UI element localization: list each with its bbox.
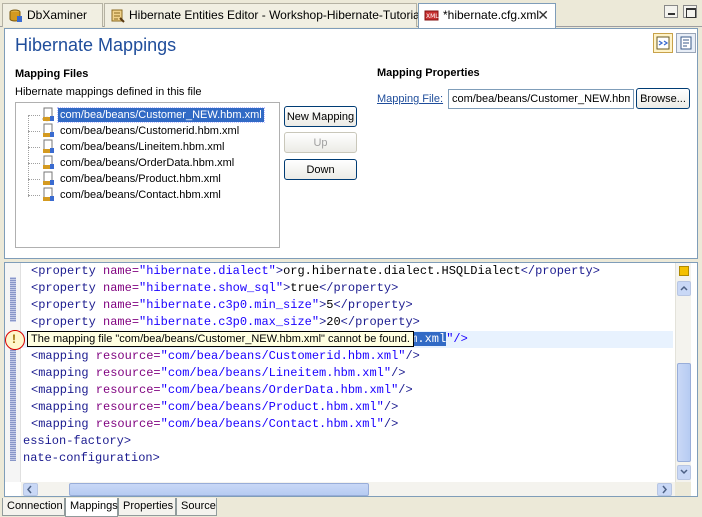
editor-gutter — [5, 263, 21, 482]
scroll-down-button[interactable] — [677, 465, 691, 480]
tab-label: DbXaminer — [27, 8, 88, 22]
layout-icon — [656, 36, 670, 50]
scroll-up-button[interactable] — [677, 281, 691, 296]
list-item[interactable]: com/bea/beans/Product.hbm.xml — [16, 171, 276, 187]
list-item[interactable]: com/bea/beans/OrderData.hbm.xml — [16, 155, 276, 171]
arrow-left-icon — [27, 485, 32, 494]
list-item-label: com/bea/beans/Customerid.hbm.xml — [60, 125, 240, 137]
mapping-file-link[interactable]: Mapping File: — [377, 93, 443, 105]
code-line[interactable]: <mapping resource="com/bea/beans/OrderDa… — [31, 382, 413, 399]
tab-mappings[interactable]: Mappings — [65, 498, 118, 517]
tab-hibernate-cfg-xml[interactable]: XML *hibernate.cfg.xml ✕ — [418, 3, 556, 28]
list-item[interactable]: com/bea/beans/Contact.hbm.xml — [16, 187, 276, 203]
tab-connection[interactable]: Connection — [2, 498, 65, 516]
tab-label: Hibernate Entities Editor - Workshop-Hib… — [129, 8, 423, 22]
list-item-label: com/bea/beans/Lineitem.hbm.xml — [60, 141, 225, 153]
arrow-up-icon — [680, 285, 688, 291]
scroll-corner — [675, 482, 691, 496]
tab-source[interactable]: Source — [176, 498, 217, 516]
move-up-button[interactable]: Up — [284, 132, 357, 153]
error-tooltip: The mapping file "com/bea/beans/Customer… — [27, 331, 414, 347]
entities-editor-icon — [111, 9, 125, 23]
page-title: Hibernate Mappings — [15, 35, 177, 55]
code-line[interactable]: <mapping resource="com/bea/beans/Contact… — [31, 416, 398, 433]
xml-file-icon: XML — [424, 10, 439, 21]
mapping-file-icon — [43, 187, 54, 201]
close-icon[interactable]: ✕ — [537, 7, 549, 24]
mapping-files-description: Hibernate mappings defined in this file — [15, 86, 202, 98]
maximize-button[interactable] — [683, 5, 697, 18]
mapping-file-field[interactable] — [448, 89, 634, 109]
code-line[interactable]: <mapping resource="com/bea/beans/Product… — [31, 399, 398, 416]
code-line[interactable]: ession-factory> — [23, 433, 131, 450]
svg-text:XML: XML — [426, 13, 439, 20]
db-icon — [9, 9, 22, 22]
mapping-properties-title: Mapping Properties — [377, 67, 480, 79]
mapping-file-icon — [43, 155, 54, 169]
code-line[interactable]: <property name="hibernate.show_sql">true… — [31, 280, 398, 297]
toggle-view-button[interactable] — [653, 33, 673, 53]
code-line[interactable]: <mapping resource="com/bea/beans/Custome… — [31, 348, 420, 365]
list-item[interactable]: com/bea/beans/Lineitem.hbm.xml — [16, 139, 276, 155]
move-down-button[interactable]: Down — [284, 159, 357, 180]
list-item-label: com/bea/beans/OrderData.hbm.xml — [60, 157, 235, 169]
mapping-file-icon — [43, 123, 54, 137]
scroll-right-button[interactable] — [657, 483, 672, 496]
minimize-button[interactable] — [664, 5, 678, 18]
browse-button[interactable]: Browse... — [636, 88, 690, 109]
mapping-files-tree[interactable]: com/bea/beans/Customer_NEW.hbm.xml com/b… — [15, 102, 280, 248]
mapping-file-icon — [42, 107, 54, 122]
hibernate-mappings-form: Hibernate Mappings Mapping Files Hiberna… — [4, 28, 698, 259]
code-line[interactable]: <property name="hibernate.c3p0.min_size"… — [31, 297, 413, 314]
list-item[interactable]: com/bea/beans/Customerid.hbm.xml — [16, 123, 276, 139]
list-item-label: com/bea/beans/Product.hbm.xml — [60, 173, 221, 185]
code-line[interactable]: <property name="hibernate.dialect">org.h… — [31, 263, 600, 280]
list-item-label: com/bea/beans/Customer_NEW.hbm.xml — [57, 107, 265, 123]
mapping-files-title: Mapping Files — [15, 68, 89, 80]
mapping-file-icon — [43, 171, 54, 185]
tab-dbxaminer[interactable]: DbXaminer — [2, 3, 103, 27]
book-icon — [680, 36, 692, 50]
code-line[interactable]: <mapping resource="com/bea/beans/Lineite… — [31, 365, 405, 382]
code-line[interactable]: nate-configuration> — [23, 450, 160, 467]
tab-properties[interactable]: Properties — [118, 498, 176, 516]
editor-tab-bar: DbXaminer Hibernate Entities Editor - Wo… — [0, 0, 702, 28]
editor-page-tabs: Connection Mappings Properties Source — [0, 498, 702, 517]
warning-overview-icon[interactable] — [679, 266, 689, 276]
mapping-file-icon — [43, 139, 54, 153]
horizontal-scroll-thumb[interactable] — [69, 483, 369, 496]
vertical-scrollbar[interactable] — [675, 263, 691, 482]
horizontal-scrollbar[interactable] — [21, 482, 675, 496]
code-line[interactable]: <property name="hibernate.c3p0.max_size"… — [31, 314, 420, 331]
scroll-left-button[interactable] — [23, 483, 38, 496]
arrow-down-icon — [680, 469, 688, 475]
arrow-right-icon — [662, 485, 667, 494]
help-button[interactable] — [676, 33, 696, 53]
tab-label: *hibernate.cfg.xml — [443, 8, 540, 22]
list-item-label: com/bea/beans/Contact.hbm.xml — [60, 189, 221, 201]
tab-hibernate-entities-editor[interactable]: Hibernate Entities Editor - Workshop-Hib… — [104, 3, 422, 27]
new-mapping-button[interactable]: New Mapping — [284, 106, 357, 127]
source-editor[interactable]: <property name="hibernate.dialect">org.h… — [4, 262, 698, 497]
warning-icon[interactable] — [5, 330, 25, 350]
scroll-thumb[interactable] — [677, 363, 691, 462]
list-item[interactable]: com/bea/beans/Customer_NEW.hbm.xml — [16, 107, 276, 123]
